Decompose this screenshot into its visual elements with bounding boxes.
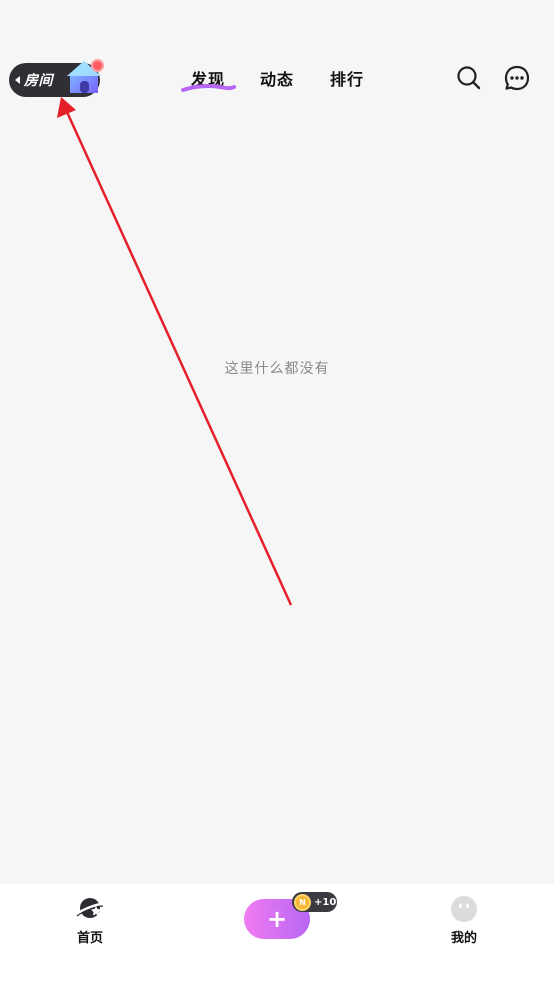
coin-reward-text: +10 <box>314 896 337 908</box>
nav-me[interactable]: 我的 <box>434 894 494 946</box>
nav-home-label: 首页 <box>76 931 103 946</box>
avatar-face-icon <box>451 896 477 922</box>
planet-home-icon <box>76 898 104 918</box>
plus-icon: + <box>266 905 288 933</box>
empty-state-message: 这里什么都没有 <box>224 361 330 377</box>
bottom-navigation: 首页 + N +10 我的 <box>0 884 554 984</box>
chat-bubble-icon[interactable] <box>503 64 531 92</box>
tab-feed[interactable]: 动态 <box>260 66 294 90</box>
nav-home[interactable]: 首页 <box>60 894 120 946</box>
annotation-arrow <box>57 97 293 606</box>
tab-ranking[interactable]: 排行 <box>330 66 364 90</box>
coin-icon: N <box>294 893 311 911</box>
nav-me-label: 我的 <box>450 931 477 946</box>
coin-reward-badge: N +10 <box>292 892 337 912</box>
active-tab-underline <box>181 84 236 92</box>
search-icon[interactable] <box>455 64 483 92</box>
